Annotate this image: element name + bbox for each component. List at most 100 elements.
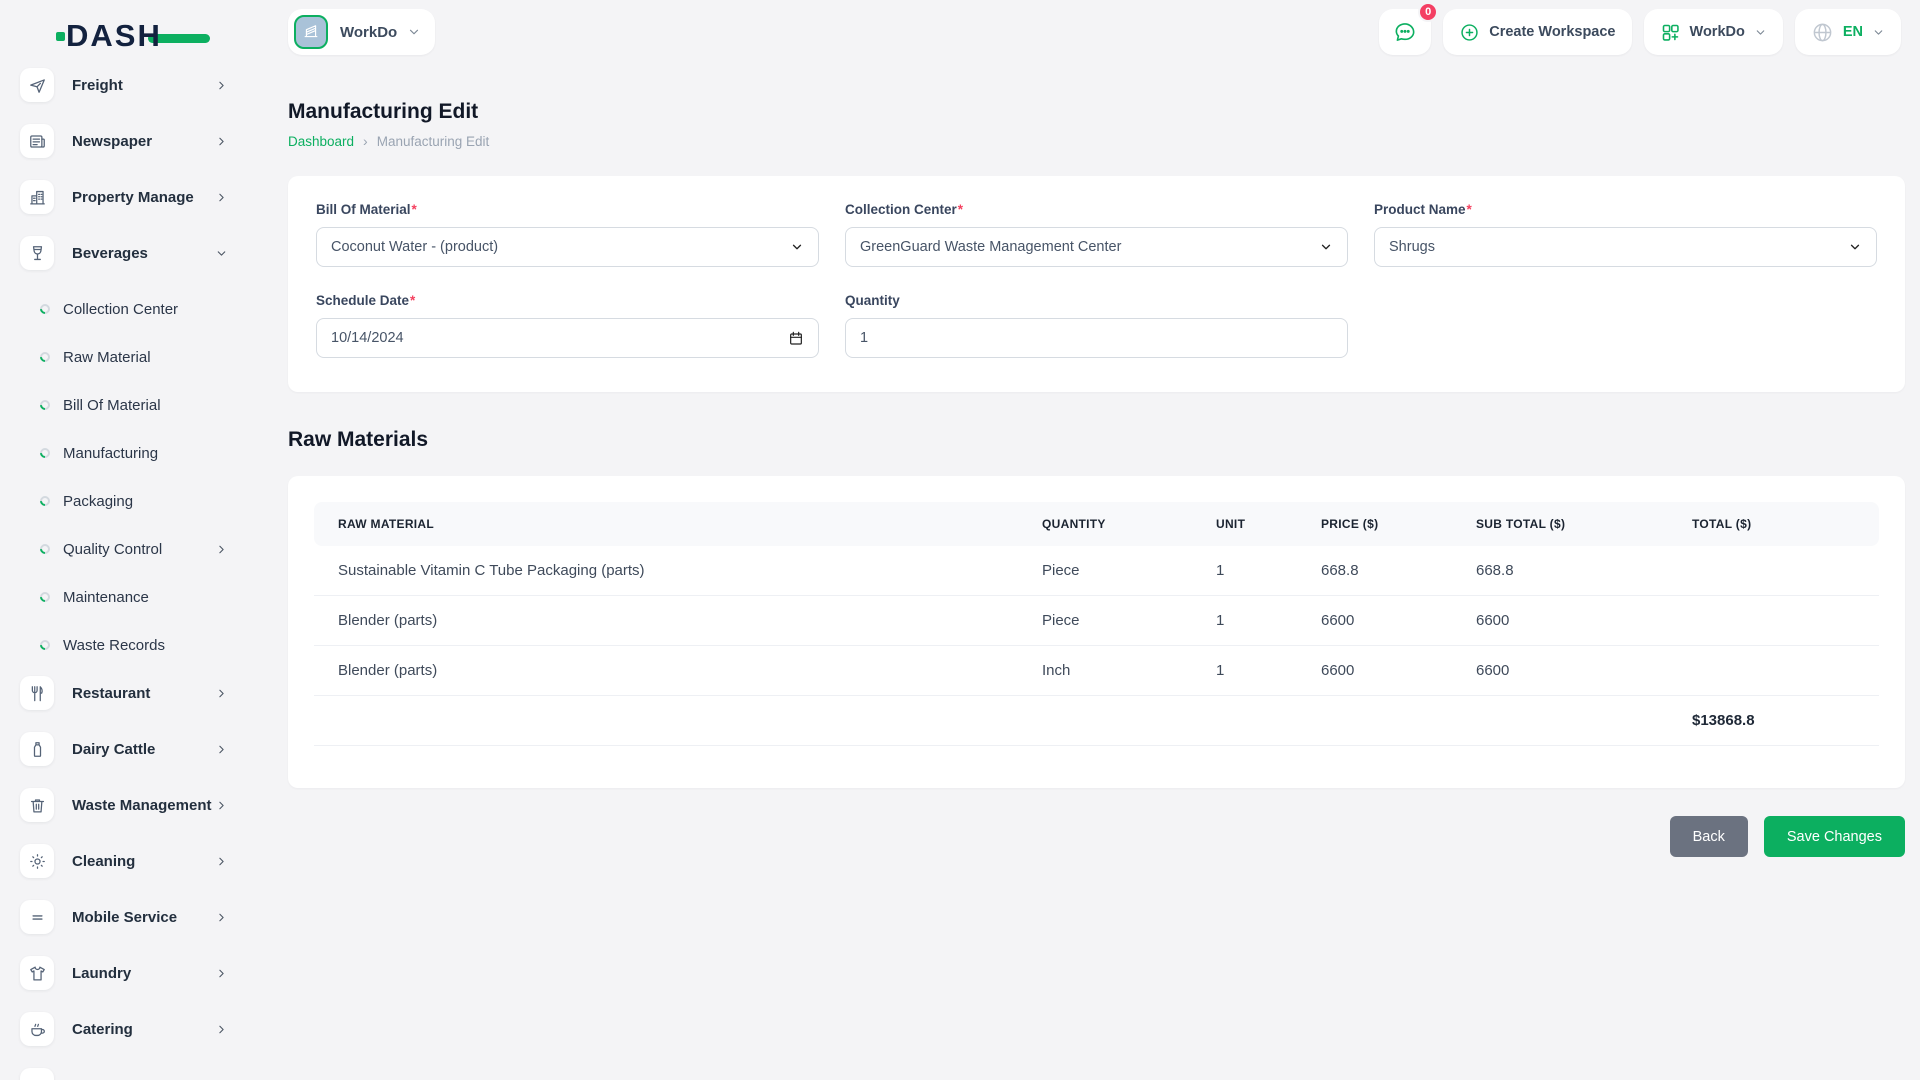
product-name-select[interactable]: Shrugs [1374,227,1877,267]
messages-button[interactable]: 0 [1379,9,1431,55]
back-button[interactable]: Back [1670,816,1748,857]
sidebar-item-catering[interactable]: Catering [20,1012,256,1046]
chevron-down-icon [215,247,228,260]
breadcrumb-dashboard-link[interactable]: Dashboard [288,134,354,149]
workspace-switcher[interactable]: WorkDo [288,9,435,55]
cell-quantity: Piece [1018,546,1192,596]
field-quantity: Quantity [845,293,1348,358]
cell-price: 6600 [1297,646,1452,696]
language-selector[interactable]: EN [1795,9,1901,55]
wine-glass-icon [20,236,54,270]
plane-icon [20,68,54,102]
sidebar-item-beverages[interactable]: Beverages [20,236,256,270]
cell-material: Sustainable Vitamin C Tube Packaging (pa… [314,546,1018,596]
workdo-menu-label: WorkDo [1690,24,1745,40]
create-workspace-label: Create Workspace [1489,24,1615,40]
trash-icon [20,788,54,822]
cutlery-icon [20,676,54,710]
bullet-icon [38,398,52,412]
raw-materials-table: RAW MATERIAL QUANTITY UNIT PRICE ($) SUB… [314,502,1879,746]
cell-total [1668,546,1879,596]
field-schedule-date: Schedule Date* 10/14/2024 [316,293,819,358]
sidebar-item-manufacturing[interactable]: Manufacturing [40,436,256,470]
table-row: Blender (parts) Inch 1 6600 6600 [314,646,1879,696]
chevron-right-icon [215,911,228,924]
required-asterisk: * [412,202,417,217]
chevron-right-icon [215,855,228,868]
cell-unit: 1 [1192,546,1297,596]
sidebar-item-cleaning[interactable]: Cleaning [20,844,256,878]
tshirt-icon [20,956,54,990]
breadcrumb: Dashboard › Manufacturing Edit [288,133,1905,149]
sidebar-item-newspaper[interactable]: Newspaper [20,124,256,158]
bullet-icon [38,542,52,556]
cell-price: 6600 [1297,596,1452,646]
sidebar-item-packaging[interactable]: Packaging [40,484,256,518]
grid-plus-icon [1660,22,1681,43]
app-logo[interactable]: DASH [66,18,210,54]
schedule-date-label: Schedule Date [316,293,409,308]
breadcrumb-current: Manufacturing Edit [377,134,490,149]
bullet-icon [38,302,52,316]
required-asterisk: * [410,293,415,308]
quantity-label: Quantity [845,293,900,308]
bullet-icon [38,494,52,508]
field-bill-of-material: Bill Of Material* Coconut Water - (produ… [316,202,819,267]
bullet-icon [38,638,52,652]
quantity-input[interactable] [845,318,1348,358]
cell-unit: 1 [1192,646,1297,696]
collection-center-select[interactable]: GreenGuard Waste Management Center [845,227,1348,267]
workdo-menu-button[interactable]: WorkDo [1644,9,1783,55]
create-workspace-button[interactable]: Create Workspace [1443,9,1631,55]
sidebar-item-collection-center[interactable]: Collection Center [40,292,256,326]
collection-center-label: Collection Center [845,202,957,217]
sidebar-item-property-manage[interactable]: Property Manage [20,180,256,214]
sidebar-item-waste-management[interactable]: Waste Management [20,788,256,822]
sidebar-item-freight[interactable]: Freight [20,68,256,102]
bill-of-material-label: Bill Of Material [316,202,411,217]
col-unit: UNIT [1192,502,1297,546]
col-raw-material: RAW MATERIAL [314,502,1018,546]
sidebar-item-dairy-cattle[interactable]: Dairy Cattle [20,732,256,766]
sidebar-item-quality-control[interactable]: Quality Control [40,532,256,566]
sidebar-item-mobile-service[interactable]: Mobile Service [20,900,256,934]
table-total-row: $13868.8 [314,696,1879,746]
chat-bubble-icon [1392,19,1418,45]
sidebar-item-laundry[interactable]: Laundry [20,956,256,990]
required-asterisk: * [1467,202,1472,217]
sidebar-item-bill-of-material[interactable]: Bill Of Material [40,388,256,422]
cell-total [1668,596,1879,646]
raw-materials-card: RAW MATERIAL QUANTITY UNIT PRICE ($) SUB… [288,476,1905,788]
chevron-right-icon [215,543,228,556]
sidebar-item-restaurant[interactable]: Restaurant [20,676,256,710]
chevron-right-icon [215,799,228,812]
chevron-right-icon [215,79,228,92]
bullet-icon [38,446,52,460]
bullet-icon [38,350,52,364]
chevron-right-icon [215,687,228,700]
save-changes-button[interactable]: Save Changes [1764,816,1905,857]
chevron-right-icon [215,191,228,204]
cell-price: 668.8 [1297,546,1452,596]
bill-of-material-select[interactable]: Coconut Water - (product) [316,227,819,267]
col-quantity: QUANTITY [1018,502,1192,546]
field-product-name: Product Name* Shrugs [1374,202,1877,267]
plus-circle-icon [1459,22,1480,43]
calendar-icon[interactable] [788,330,804,346]
col-total: TOTAL ($) [1668,502,1879,546]
cell-unit: 1 [1192,596,1297,646]
chevron-right-icon [215,743,228,756]
sidebar-item-waste-records[interactable]: Waste Records [40,628,256,662]
bullet-icon [38,590,52,604]
table-header-row: RAW MATERIAL QUANTITY UNIT PRICE ($) SUB… [314,502,1879,546]
chevron-down-icon [790,240,804,254]
sidebar-item-raw-material[interactable]: Raw Material [40,340,256,374]
cell-subtotal: 668.8 [1452,546,1668,596]
sidebar-item-maintenance[interactable]: Maintenance [40,580,256,614]
workspace-avatar [294,15,328,49]
page-title: Manufacturing Edit [288,100,1905,124]
cell-subtotal: 6600 [1452,596,1668,646]
mobile-service-icon [20,900,54,934]
schedule-date-input[interactable]: 10/14/2024 [316,318,819,358]
sidebar-item-partial[interactable] [20,1068,256,1080]
